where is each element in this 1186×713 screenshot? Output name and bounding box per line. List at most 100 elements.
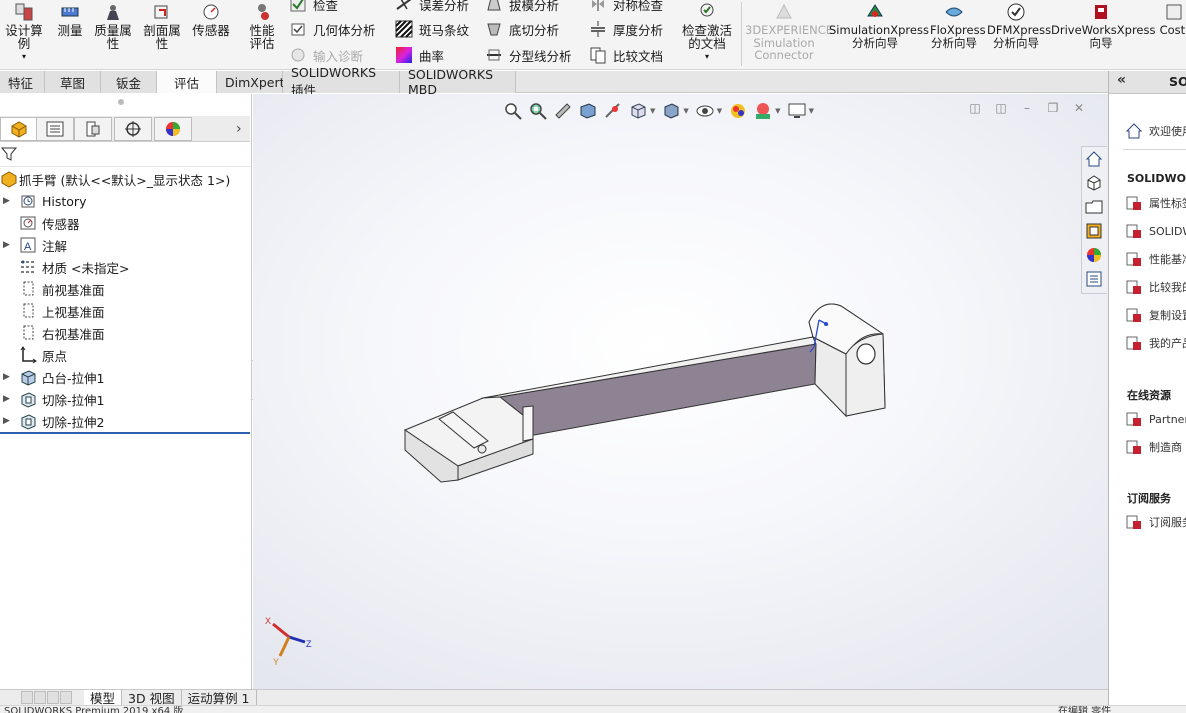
tab-features[interactable]: 特征 [0, 71, 45, 93]
tp-section-online: 在线资源 [1127, 389, 1171, 402]
tp-tab-resources[interactable] [1082, 171, 1106, 195]
tab-configuration-manager[interactable] [74, 117, 112, 141]
design-study-dropdown-icon[interactable]: ▾ [2, 50, 46, 63]
tree-node[interactable]: 上视基准面 [0, 300, 250, 322]
tree-node[interactable]: 传感器 [0, 212, 250, 234]
deviation-analysis-button[interactable]: 误差分析 [395, 0, 469, 15]
experience-connector-button[interactable]: 3DEXPERIENCE Simulation Connector [744, 2, 833, 62]
nav-last-icon[interactable] [60, 691, 72, 704]
measure-button[interactable]: 测量 [52, 2, 88, 37]
tp-solidworks-link[interactable]: 复制设置 [1125, 305, 1186, 325]
tree-node[interactable]: ▶ 切除-拉伸2 [0, 410, 250, 432]
expand-arrow-icon[interactable]: ▶ [3, 416, 11, 426]
tree-node[interactable]: ▶ 凸台-拉伸1 [0, 366, 250, 388]
check-button[interactable]: 检查 [289, 0, 338, 15]
tab-sheet-metal[interactable]: 钣金 [101, 71, 157, 93]
tp-solidworks-item-label: 性能基准 [1149, 253, 1186, 266]
part-model-graphics[interactable]: X Z Y [253, 94, 1108, 690]
command-manager-tabs: 特征 草图 钣金 评估 DimXpert SOLIDWORKS 插件 SOLID… [0, 65, 1108, 98]
tab-dimxpert[interactable]: DimXpert [217, 71, 285, 93]
tab-3d-views[interactable]: 3D 视图 [122, 689, 182, 706]
draft-analysis-button[interactable]: 拔模分析 [485, 0, 559, 15]
driveworks-button[interactable]: DriveWorksXpress 向导 [1050, 2, 1155, 49]
tab-solidworks-addins[interactable]: SOLIDWORKS 插件 [283, 65, 400, 98]
check-active-doc-button[interactable]: 检查激活的文档 ▾ [678, 2, 736, 63]
tp-solidworks-link[interactable]: 性能基准 [1125, 249, 1186, 269]
tree-node-label: 凸台-拉伸1 [42, 370, 105, 386]
tab-display-manager[interactable] [154, 117, 192, 141]
tree-node-label: History [42, 193, 87, 209]
tree-filter-bar[interactable] [0, 143, 250, 167]
material-icon [21, 260, 35, 273]
expand-arrow-icon[interactable]: ▶ [3, 196, 11, 206]
tp-solidworks-item-label: 比较我的 [1149, 281, 1186, 294]
tree-node[interactable]: ▶ History [0, 190, 250, 212]
tree-node[interactable]: ▶ 切除-拉伸1 [0, 388, 250, 410]
gripper-arm-part[interactable] [403, 303, 886, 483]
tab-model[interactable]: 模型 [84, 689, 123, 706]
tp-tab-appearances[interactable] [1082, 243, 1106, 267]
tab-feature-manager[interactable] [0, 117, 38, 141]
performance-eval-button[interactable]: 性能评估 [240, 2, 284, 50]
expand-arrow-icon[interactable]: ▶ [3, 372, 11, 382]
nav-prev-icon[interactable] [34, 691, 46, 704]
tab-solidworks-mbd[interactable]: SOLIDWORKS MBD [400, 67, 516, 97]
expand-arrow-icon[interactable]: ▶ [3, 394, 11, 404]
import-diagnostics-button[interactable]: 输入诊断 [289, 44, 363, 66]
mass-properties-button[interactable]: 质量属性 [91, 2, 135, 50]
tp-tab-home[interactable] [1082, 147, 1106, 171]
nav-next-icon[interactable] [47, 691, 59, 704]
tab-evaluate[interactable]: 评估 [157, 71, 217, 93]
tp-solidworks-link[interactable]: 比较我的 [1125, 277, 1186, 297]
tree-node[interactable]: 右视基准面 [0, 322, 250, 344]
thickness-analysis-button[interactable]: 厚度分析 [589, 18, 663, 40]
tab-sketch[interactable]: 草图 [45, 71, 101, 93]
panel-splitter-grip[interactable] [118, 99, 124, 105]
floxpress-button[interactable]: FloXpress 分析向导 [925, 2, 986, 49]
tree-root-part[interactable]: 抓手臂 (默认<<默认>_显示状态 1>) [0, 168, 250, 190]
tab-dimxpert-manager[interactable] [114, 117, 152, 141]
rollback-bar[interactable] [0, 432, 250, 434]
tree-node[interactable]: 材质 <未指定> [0, 256, 250, 278]
compare-documents-button[interactable]: 比较文档 [589, 44, 663, 66]
tp-online-link[interactable]: 制造商 [1125, 437, 1182, 457]
manager-tabs-more-icon[interactable]: › [236, 121, 242, 137]
tp-tab-custom-properties[interactable] [1082, 267, 1106, 291]
nav-first-icon[interactable] [21, 691, 33, 704]
tp-tab-file-explorer[interactable] [1082, 195, 1106, 219]
tp-tab-view-palette[interactable] [1082, 219, 1106, 243]
zebra-stripes-button[interactable]: 斑马条纹 [395, 18, 469, 40]
graphics-viewport[interactable]: ▼ ▼ ▼ ▼ ▼ ◫ ◫ – ❐ ✕ X Z Y [253, 94, 1108, 690]
tp-solidworks-item-icon [1126, 336, 1141, 350]
tree-node[interactable]: 原点 [0, 344, 250, 366]
curvature-button[interactable]: 曲率 [395, 44, 444, 66]
undercut-analysis-button[interactable]: 底切分析 [485, 18, 559, 40]
design-study-button[interactable]: 设计算例 ▾ [2, 2, 46, 63]
tp-solidworks-link[interactable]: SOLIDW [1125, 221, 1186, 241]
filter-icon[interactable] [1, 146, 17, 162]
tree-node[interactable]: 前视基准面 [0, 278, 250, 300]
tp-subscription-link[interactable]: 订阅服务 [1125, 512, 1186, 532]
dfmxpress-button[interactable]: DFMXpress 分析向导 [986, 2, 1051, 49]
parting-line-analysis-button[interactable]: 分型线分析 [485, 44, 572, 66]
tab-motion-study[interactable]: 运动算例 1 [182, 689, 257, 706]
tp-welcome[interactable]: 欢迎使用 [1125, 121, 1186, 141]
tp-solidworks-link[interactable]: 我的产品 [1125, 333, 1186, 353]
expand-arrow-icon[interactable]: ▶ [3, 240, 11, 250]
tp-solidworks-link[interactable]: 属性标签 [1125, 193, 1186, 213]
simulation-xpress-button[interactable]: SimulationXpress 分析向导 [828, 2, 929, 49]
section-properties-button[interactable]: 剖面属性 [140, 2, 184, 50]
feature-tree: 抓手臂 (默认<<默认>_显示状态 1>) ▶ History 传感器 ▶ A 注解 材质 … [0, 168, 250, 432]
tp-online-link[interactable]: Partner [1125, 409, 1186, 429]
tp-subscription-item-label: 订阅服务 [1149, 516, 1186, 529]
costing-button[interactable]: Costi [1156, 2, 1186, 37]
tab-property-manager[interactable] [36, 117, 74, 141]
sensors-button[interactable]: 传感器 [190, 2, 232, 37]
symmetry-check-button[interactable]: 对称检查 [589, 0, 663, 15]
check-active-doc-dropdown-icon[interactable]: ▾ [678, 50, 736, 63]
tp-online-item-label: 制造商 [1149, 441, 1182, 454]
collapse-pane-icon[interactable]: « [1117, 72, 1126, 88]
geometry-analysis-button[interactable]: 几何体分析 [289, 18, 376, 40]
tree-node[interactable]: ▶ A 注解 [0, 234, 250, 256]
tp-section-solidworks: SOLIDWORI [1127, 172, 1186, 185]
